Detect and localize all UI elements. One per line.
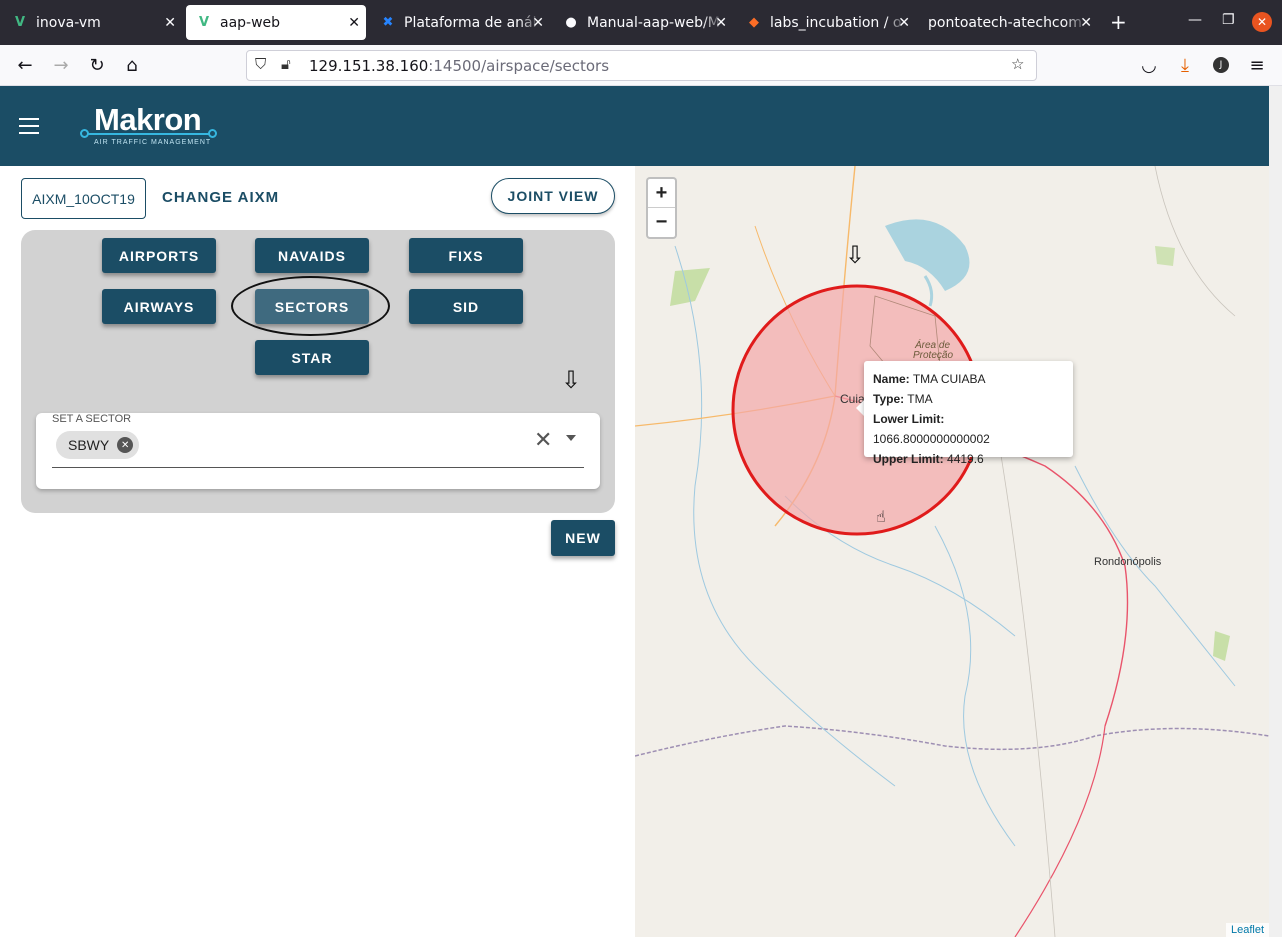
menu-icon[interactable]: ≡ [1246,54,1268,76]
shield-icon[interactable]: ⛉ [255,55,266,73]
zoom-in-button[interactable]: + [648,179,675,208]
place-label-rondonopolis: Rondonópolis [1094,556,1162,568]
hamburger-menu-icon[interactable] [19,118,39,134]
sectors-highlight-annotation [231,276,390,336]
sid-button[interactable]: SID [409,289,523,324]
tab-inova-vm[interactable]: V inova-vm ✕ [2,5,182,40]
close-tab-icon[interactable]: ✕ [348,15,360,31]
road [1154,166,1236,317]
close-tab-icon[interactable]: ✕ [1080,15,1092,31]
gitlab-icon: ◆ [749,15,759,30]
account-icon[interactable]: J [1210,54,1232,76]
vue-icon: V [198,15,210,30]
app-header: Makron AIR TRAFFIC MANAGEMENT [0,86,1269,166]
map-tiles [635,166,1269,937]
park-area [1155,246,1175,266]
airports-button[interactable]: AIRPORTS [102,238,216,273]
browser-tab-bar: V inova-vm ✕ V aap-web ✕ ✖ Plataforma de… [0,0,1282,45]
tab-labs-incubation[interactable]: ◆ labs_incubation / o ✕ [736,5,916,40]
url-bar[interactable]: ⛉ 🔓︎ 129.151.38.160:14500/airspace/secto… [246,50,1037,81]
close-tab-icon[interactable]: ✕ [715,15,727,31]
new-tab-icon[interactable]: + [1110,10,1127,34]
sector-info-popup: Name: TMA CUIABA Type: TMA Lower Limit: … [864,361,1073,466]
url-text[interactable]: 129.151.38.160:14500/airspace/sectors [309,57,609,75]
confluence-icon: ✖ [382,15,394,30]
aixm-version-box: AIXM_10OCT19 [21,178,146,219]
browser-nav-bar: ← → ↻ ⌂ ⛉ 🔓︎ 129.151.38.160:14500/airspa… [0,45,1282,86]
forward-icon[interactable]: → [50,54,72,76]
tab-manual[interactable]: ● Manual-aap-web/M ✕ [553,5,733,40]
airways-button[interactable]: AIRWAYS [102,289,216,324]
state-border [635,725,1269,757]
downloads-icon[interactable]: ⤓ [1174,54,1196,76]
river [934,525,1016,847]
close-tab-icon[interactable]: ✕ [164,15,176,31]
back-icon[interactable]: ← [14,54,36,76]
park-area [1213,631,1230,661]
tab-pontoatech[interactable]: pontoatech-atechcom ✕ [918,5,1098,40]
restore-icon[interactable]: ❐ [1222,12,1235,28]
reload-icon[interactable]: ↻ [86,54,108,76]
change-aixm-button[interactable]: CHANGE AIXM [162,189,279,206]
minimize-icon[interactable]: — [1188,12,1202,28]
tab-aap-web[interactable]: V aap-web ✕ [186,5,366,40]
down-arrow-annotation-icon: ⇩ [561,366,582,394]
hand-cursor-icon: ☝ [876,507,886,526]
home-icon[interactable]: ⌂ [121,54,143,76]
map-view[interactable]: + − ⇩ Cuiab Área de Proteção Rondonópoli… [635,166,1269,937]
new-sector-button[interactable]: NEW [551,520,615,556]
window-close-icon[interactable]: ✕ [1252,12,1272,32]
highway [1014,725,1106,937]
navaids-button[interactable]: NAVAIDS [255,238,369,273]
river [923,275,934,307]
place-label-protecao: Proteção [913,350,954,361]
down-arrow-annotation-icon: ⇩ [845,241,866,269]
github-icon: ● [565,15,577,30]
pocket-icon[interactable]: ◡ [1138,54,1160,76]
sector-chip[interactable]: SBWY ✕ [56,431,140,459]
zoom-control: + − [646,177,677,239]
river [1074,465,1236,687]
dropdown-caret-icon[interactable] [566,435,576,441]
zoom-out-button[interactable]: − [648,208,675,237]
sector-select-card: SET A SECTOR SBWY ✕ ✕ [36,413,600,489]
chip-remove-icon[interactable]: ✕ [117,437,134,453]
clear-selection-icon[interactable]: ✕ [534,428,552,453]
bookmark-star-icon[interactable]: ☆ [1011,55,1024,73]
insecure-lock-icon[interactable]: 🔓︎ [281,55,291,73]
leaflet-attribution-link[interactable]: Leaflet [1225,923,1269,937]
joint-view-button[interactable]: JOINT VIEW [491,178,615,214]
star-button[interactable]: STAR [255,340,369,375]
vue-icon: V [14,15,26,30]
tab-plataforma[interactable]: ✖ Plataforma de anál ✕ [370,5,550,40]
sector-select-label: SET A SECTOR [52,413,132,425]
fixs-button[interactable]: FIXS [409,238,523,273]
close-tab-icon[interactable]: ✕ [898,15,910,31]
makron-logo: Makron AIR TRAFFIC MANAGEMENT [80,100,220,152]
page-scrollbar[interactable] [1269,86,1282,937]
popup-tip [856,400,864,416]
close-tab-icon[interactable]: ✕ [532,15,544,31]
